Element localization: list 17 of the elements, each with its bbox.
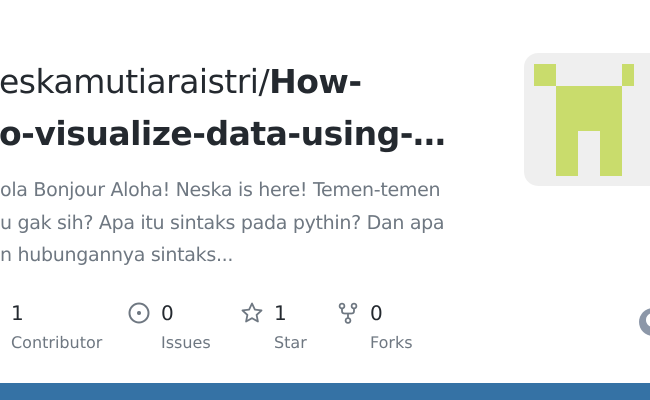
repo-description: ola Bonjour Aloha! Neska is here! Temen-temen	[0, 178, 442, 203]
stat-count: 0	[161, 301, 174, 325]
repo-title: eskamutiaraistri/How-	[0, 61, 363, 103]
repo-title: o-visualize-data-using-…	[0, 113, 446, 155]
stat-label: Issues	[160, 333, 212, 352]
stat-count: 1	[274, 301, 287, 325]
stat-label: Star	[273, 333, 308, 352]
repo-description: u gak sih? Apa itu sintaks pada pythin? Dan apa	[0, 210, 446, 236]
identicon-icon	[534, 64, 634, 176]
fork-icon	[337, 302, 359, 324]
stat-label: Forks	[369, 333, 413, 352]
stat-count: 0	[370, 301, 383, 325]
star-icon	[241, 302, 263, 324]
repo-description: n hubungannya sintaks...	[0, 243, 234, 268]
issue-icon	[128, 302, 150, 324]
stat-label: Contributor	[11, 333, 104, 352]
stat-count: 1	[11, 301, 24, 325]
